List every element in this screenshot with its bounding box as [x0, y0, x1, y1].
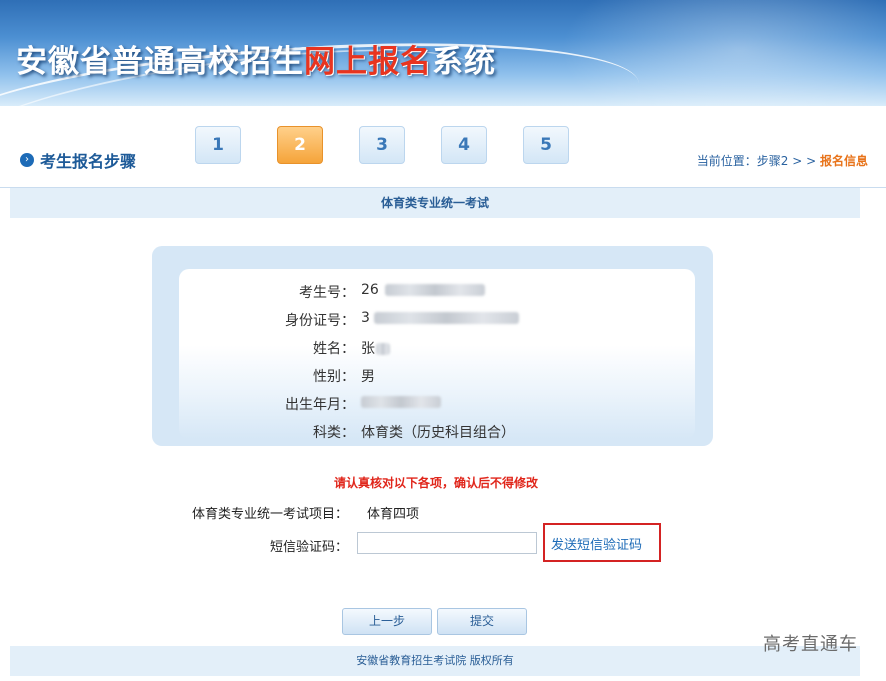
send-sms-code-link[interactable]: 发送短信验证码 — [551, 534, 642, 553]
exam-project-row: 体育类专业统一考试项目： 体育四项 — [0, 499, 886, 525]
arrow-bullet-icon: › — [20, 153, 34, 167]
info-value: 男 — [361, 369, 375, 385]
banner-glow — [560, 0, 886, 106]
breadcrumb: 当前位置：步骤2 > > 报名信息 — [697, 152, 868, 169]
candidate-info-card: 考生号： 26 身份证号： 3 姓名： 张 性别： 男 出生年月： 科类： 体育… — [152, 246, 713, 446]
verification-notice: 请认真核对以下各项，确认后不得修改 — [333, 476, 538, 490]
info-label: 考生号： — [299, 285, 355, 301]
exam-project-value: 体育四项 — [367, 507, 420, 522]
step-5: 5 — [523, 126, 569, 164]
site-title-suffix: 系统 — [432, 44, 496, 80]
site-title: 安徽省普通高校招生网上报名系统 — [16, 36, 496, 81]
step-2: 2 — [277, 126, 323, 164]
step-1: 1 — [195, 126, 241, 164]
header-banner: 安徽省普通高校招生网上报名系统 — [0, 0, 886, 106]
breadcrumb-prefix: 当前位置：步骤2 > > — [696, 154, 820, 168]
submit-button[interactable]: 提交 — [437, 608, 527, 635]
info-label: 科类： — [313, 425, 355, 441]
info-row-name: 姓名： 张 — [179, 332, 695, 360]
info-label: 身份证号： — [285, 313, 355, 329]
info-label: 姓名： — [313, 341, 355, 357]
info-label: 出生年月： — [285, 397, 355, 413]
candidate-info-panel: 考生号： 26 身份证号： 3 姓名： 张 性别： 男 出生年月： 科类： 体育… — [179, 269, 695, 441]
info-row-birth-date: 出生年月： — [179, 388, 695, 416]
redacted-value — [373, 312, 519, 324]
breadcrumb-current: 报名信息 — [819, 154, 868, 168]
previous-step-button[interactable]: 上一步 — [342, 608, 432, 635]
info-value: 3 — [361, 310, 519, 326]
info-row-gender: 性别： 男 — [179, 360, 695, 388]
footer-copyright: 安徽省教育招生考试院 版权所有 — [10, 646, 860, 676]
sms-code-input[interactable] — [357, 532, 537, 554]
redacted-value — [361, 396, 441, 408]
info-row-exam-number: 考生号： 26 — [179, 276, 695, 304]
info-label: 性别： — [313, 369, 355, 385]
site-title-prefix: 安徽省普通高校招生 — [16, 44, 304, 80]
exam-project-label: 体育类专业统一考试项目： — [191, 507, 348, 522]
page: 安徽省普通高校招生网上报名系统 › 考生报名步骤 1 2 3 4 5 当前位置：… — [0, 0, 886, 681]
info-value: 体育类（历史科目组合） — [361, 425, 515, 441]
info-value: 张 — [361, 338, 390, 358]
steps-label: › 考生报名步骤 — [20, 148, 136, 172]
section-title: 体育类专业统一考试 — [10, 188, 860, 218]
watermark: 高考直通车 — [763, 634, 858, 655]
site-title-highlight: 网上报名 — [304, 44, 432, 80]
redacted-value — [384, 284, 485, 296]
info-value — [361, 394, 441, 410]
info-value: 26 — [361, 282, 485, 298]
info-row-category: 科类： 体育类（历史科目组合） — [179, 416, 695, 444]
sms-code-label: 短信验证码： — [269, 540, 348, 555]
step-4: 4 — [441, 126, 487, 164]
redacted-value — [376, 343, 390, 355]
steps-label-text: 考生报名步骤 — [40, 152, 137, 171]
step-3: 3 — [359, 126, 405, 164]
info-row-id-number: 身份证号： 3 — [179, 304, 695, 332]
steps-bar: › 考生报名步骤 1 2 3 4 5 当前位置：步骤2 > > 报名信息 — [0, 106, 886, 188]
